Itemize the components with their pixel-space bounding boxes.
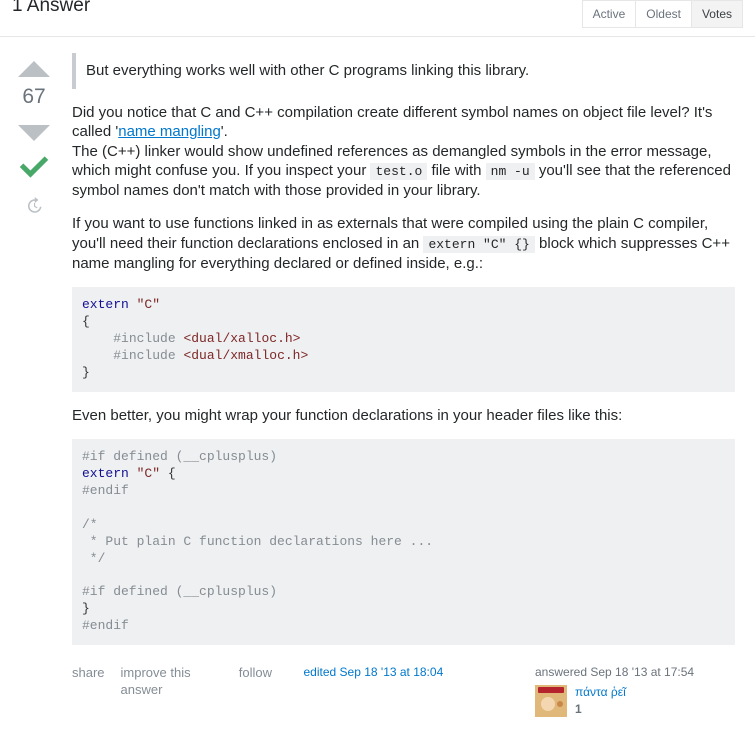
history-icon[interactable] <box>25 197 43 215</box>
user-avatar[interactable] <box>535 685 567 717</box>
inline-code-extern-c: extern "C" {} <box>423 236 534 253</box>
post-footer: share improve this answer follow edited … <box>72 665 735 718</box>
tab-votes[interactable]: Votes <box>691 0 743 28</box>
post-body: But everything works well with other C p… <box>60 53 747 718</box>
upvote-icon[interactable] <box>18 61 50 77</box>
user-card: answered Sep 18 '13 at 17:54 πάντα ῥεῖ 1 <box>535 665 735 718</box>
quote-text: But everything works well with other C p… <box>86 61 725 81</box>
vote-column: 67 <box>8 53 60 718</box>
paragraph-3: Even better, you might wrap your functio… <box>72 406 735 426</box>
user-reputation: 1 <box>575 702 626 718</box>
name-mangling-link[interactable]: name mangling <box>118 123 221 140</box>
answer-post: 67 But everything works well with other … <box>0 37 755 734</box>
inline-code-test-o: test.o <box>370 163 427 180</box>
downvote-icon[interactable] <box>18 125 50 141</box>
user-name-link[interactable]: πάντα ῥεῖ <box>575 685 626 701</box>
sort-tabs: Active Oldest Votes <box>583 0 743 28</box>
follow-link[interactable]: follow <box>239 665 272 699</box>
tab-active[interactable]: Active <box>582 0 637 28</box>
code-block-1: extern "C" { #include <dual/xalloc.h> #i… <box>72 287 735 391</box>
post-menu: share improve this answer follow <box>72 665 272 699</box>
answer-count: 1 Answer <box>12 0 90 17</box>
paragraph-2: If you want to use functions linked in a… <box>72 214 735 273</box>
accepted-check-icon <box>18 151 50 183</box>
code-block-2: #if defined (__cplusplus) extern "C" { #… <box>72 439 735 645</box>
improve-link[interactable]: improve this answer <box>121 665 223 699</box>
paragraph-1: Did you notice that C and C++ compilatio… <box>72 103 735 201</box>
quote-block: But everything works well with other C p… <box>72 53 735 89</box>
inline-code-nm-u: nm -u <box>486 163 535 180</box>
share-link[interactable]: share <box>72 665 105 699</box>
answered-time: answered Sep 18 '13 at 17:54 <box>535 665 735 681</box>
tab-oldest[interactable]: Oldest <box>635 0 692 28</box>
edited-link[interactable]: edited Sep 18 '13 at 18:04 <box>304 665 444 679</box>
vote-score: 67 <box>22 85 45 109</box>
